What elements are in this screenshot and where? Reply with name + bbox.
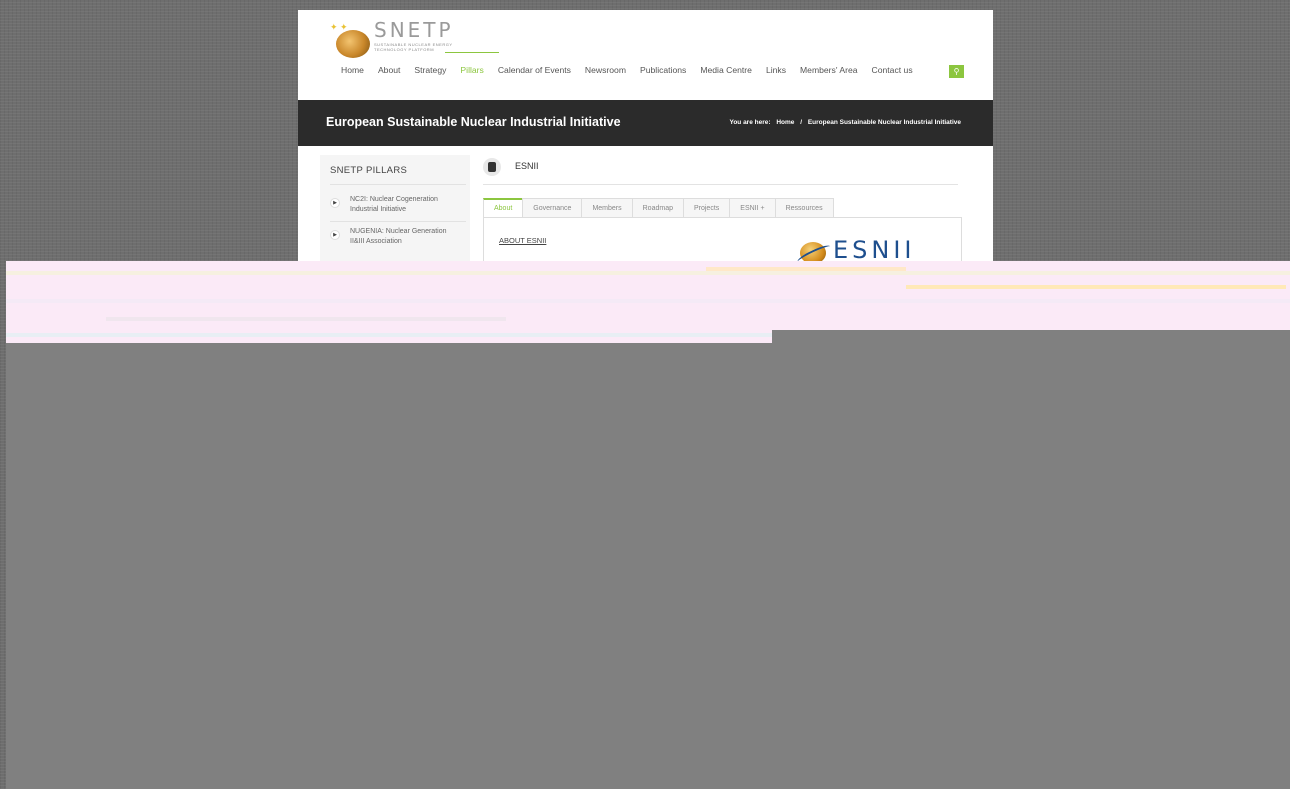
browser-page: ✦ ✦ SNETP Sustainable Nuclear Energy Tec…	[298, 10, 993, 261]
breadcrumb-home[interactable]: Home	[776, 119, 794, 126]
about-heading[interactable]: ABOUT ESNII	[499, 236, 546, 245]
logo-subtitle: Sustainable Nuclear Energy Technology Pl…	[374, 42, 453, 52]
divider	[330, 221, 466, 222]
esnii-logo: ESNII	[795, 232, 960, 261]
nav-home[interactable]: Home	[334, 65, 371, 75]
divider	[483, 184, 958, 185]
glitch-stripe	[6, 271, 1290, 275]
content-title: ESNII	[515, 161, 539, 171]
breadcrumb-separator: /	[800, 119, 803, 126]
blank-region	[772, 330, 1290, 344]
sidebar-item-label-line2: Industrial Initiative	[350, 206, 407, 213]
nav-pillars[interactable]: Pillars	[445, 52, 500, 75]
divider	[330, 184, 466, 185]
sidebar-item-label-line1: NC2I: Nuclear Cogeneration	[350, 196, 438, 203]
tab-about[interactable]: About	[483, 198, 523, 218]
sidebar-item-label-line1: NUGENIA: Nuclear Generation	[350, 228, 447, 235]
glitch-stripe	[6, 299, 1290, 303]
globe-icon	[336, 30, 370, 58]
sidebar-item-nc2i[interactable]: ▶ NC2I: Nuclear Cogeneration Industrial …	[330, 195, 466, 219]
sidebar: SNETP PILLARS ▶ NC2I: Nuclear Cogenerati…	[320, 155, 470, 261]
tab-projects[interactable]: Projects	[682, 198, 730, 218]
nav-links[interactable]: Links	[759, 65, 793, 75]
sidebar-item-label: NUGENIA: Nuclear Generation II&III Assoc…	[350, 227, 460, 247]
glitch-stripe	[6, 333, 786, 337]
nav-about[interactable]: About	[371, 65, 407, 75]
breadcrumb: You are here: Home / European Sustainabl…	[727, 119, 963, 126]
chevron-right-icon: ▶	[330, 230, 340, 240]
page-title: European Sustainable Nuclear Industrial …	[326, 115, 621, 129]
sidebar-item-nugenia[interactable]: ▶ NUGENIA: Nuclear Generation II&III Ass…	[330, 227, 466, 251]
sidebar-item-label-line2: II&III Association	[350, 238, 402, 245]
glitch-stripe	[906, 285, 1286, 289]
database-icon	[483, 158, 501, 176]
logo-subtitle-line2: Technology Platform	[374, 47, 435, 52]
tab-panel-about: ABOUT ESNII ESNII	[483, 217, 962, 261]
blank-region	[6, 343, 1290, 789]
breadcrumb-current: European Sustainable Nuclear Industrial …	[807, 119, 961, 126]
esnii-logo-text: ESNII	[833, 236, 916, 261]
logo-name: SNETP	[374, 18, 454, 42]
glitch-stripe	[106, 317, 506, 321]
chevron-right-icon: ▶	[330, 198, 340, 208]
glitch-stripe	[706, 267, 906, 271]
nav-newsroom[interactable]: Newsroom	[578, 65, 633, 75]
search-icon: ⚲	[953, 67, 960, 76]
sidebar-title: SNETP PILLARS	[330, 165, 408, 176]
breadcrumb-prefix: You are here:	[729, 119, 771, 126]
nav-calendar-of-events[interactable]: Calendar of Events	[491, 65, 578, 75]
nav-media-centre[interactable]: Media Centre	[693, 65, 759, 75]
page-title-band: European Sustainable Nuclear Industrial …	[298, 100, 993, 146]
tab-ressources[interactable]: Ressources	[774, 198, 834, 218]
nav-strategy[interactable]: Strategy	[407, 65, 453, 75]
tab-members[interactable]: Members	[581, 198, 632, 218]
tab-roadmap[interactable]: Roadmap	[631, 198, 683, 218]
tab-bar: About Governance Members Roadmap Project…	[483, 198, 834, 218]
main-nav: Home About Strategy Pillars Calendar of …	[334, 52, 920, 75]
sidebar-item-label: NC2I: Nuclear Cogeneration Industrial In…	[350, 195, 460, 215]
nav-contact-us[interactable]: Contact us	[865, 65, 920, 75]
nav-publications[interactable]: Publications	[633, 65, 693, 75]
nav-members-area[interactable]: Members' Area	[793, 65, 865, 75]
tab-esnii-plus[interactable]: ESNII +	[729, 198, 775, 218]
search-button[interactable]: ⚲	[949, 65, 964, 78]
tab-governance[interactable]: Governance	[522, 198, 582, 218]
